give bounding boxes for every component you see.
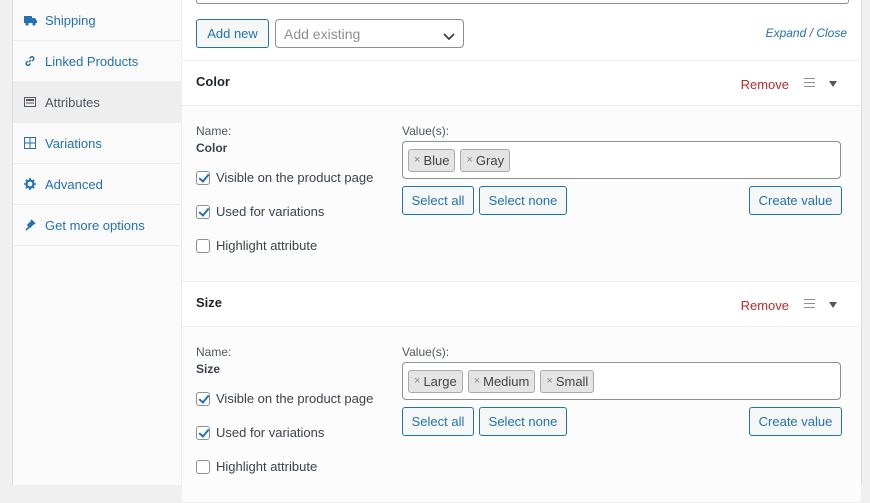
link-icon: [23, 54, 37, 68]
values-label: Value(s):: [402, 124, 450, 138]
values-label: Value(s):: [402, 345, 450, 359]
attributes-panel: Add new Add existing Expand / Close Colo…: [182, 0, 861, 503]
checkbox-label: Used for variations: [216, 425, 325, 440]
sidebar-item-advanced[interactable]: Advanced: [13, 164, 181, 205]
value-tag: × Small: [540, 369, 595, 393]
values-multiselect[interactable]: × Large × Medium × Small: [402, 362, 841, 400]
previous-field-bottom: [196, 0, 849, 4]
product-data-panel: Shipping Linked Products Attributes Vari…: [12, 0, 862, 503]
checkbox-unchecked[interactable]: [196, 459, 210, 474]
attribute-header[interactable]: Color Remove: [182, 61, 861, 106]
checkbox-label: Visible on the product page: [216, 170, 374, 185]
remove-attribute-link[interactable]: Remove: [741, 77, 789, 92]
sidebar-item-label: Get more options: [45, 217, 145, 233]
value-tag-label: Gray: [475, 152, 505, 168]
drag-handle-icon[interactable]: [804, 78, 815, 87]
add-new-button[interactable]: Add new: [196, 19, 269, 48]
attribute-color: Color Remove Name: Color Visible on the …: [182, 61, 861, 282]
value-tag-label: Small: [555, 373, 589, 389]
value-tag-label: Blue: [423, 152, 450, 168]
value-tag: × Gray: [460, 148, 511, 172]
product-data-tabs: Shipping Linked Products Attributes Vari…: [13, 0, 182, 485]
attributes-toolbar: Add new Add existing Expand / Close: [182, 0, 861, 61]
select-none-button[interactable]: Select none: [479, 186, 567, 215]
remove-attribute-link[interactable]: Remove: [741, 298, 789, 313]
highlight-attribute-checkbox[interactable]: Highlight attribute: [196, 459, 317, 474]
values-multiselect[interactable]: × Blue × Gray: [402, 141, 841, 179]
value-tag-label: Medium: [483, 373, 530, 389]
expand-link[interactable]: Expand: [766, 26, 807, 40]
used-for-variations-checkbox[interactable]: Used for variations: [196, 425, 324, 440]
remove-tag-icon[interactable]: ×: [474, 375, 480, 387]
grid-icon: [23, 136, 37, 150]
name-label: Name:: [196, 345, 232, 359]
collapse-toggle-icon[interactable]: [829, 81, 837, 87]
sidebar-item-label: Advanced: [45, 176, 103, 192]
checkbox-label: Used for variations: [216, 204, 325, 219]
list-icon: [23, 95, 37, 109]
gear-icon: [23, 177, 37, 191]
plugin-icon: [23, 218, 37, 232]
visible-on-product-page-checkbox[interactable]: Visible on the product page: [196, 170, 373, 185]
checkbox-checked[interactable]: [196, 170, 210, 185]
highlight-attribute-checkbox[interactable]: Highlight attribute: [196, 238, 317, 253]
value-tag-label: Large: [423, 373, 457, 389]
sidebar-item-label: Variations: [45, 135, 102, 151]
checkbox-label: Highlight attribute: [216, 238, 318, 253]
remove-tag-icon[interactable]: ×: [414, 154, 420, 166]
attribute-title: Size: [196, 295, 223, 310]
value-tag: × Blue: [408, 148, 456, 172]
create-value-button[interactable]: Create value: [749, 407, 842, 436]
remove-tag-icon[interactable]: ×: [414, 375, 420, 387]
select-all-button[interactable]: Select all: [402, 407, 474, 436]
attribute-size: Size Remove Name: Size Visible on the pr…: [182, 282, 861, 503]
checkbox-unchecked[interactable]: [196, 238, 210, 253]
value-tag: × Medium: [467, 369, 536, 393]
add-existing-select[interactable]: Add existing: [275, 19, 464, 48]
sidebar-item-attributes[interactable]: Attributes: [13, 82, 181, 123]
checkbox-checked[interactable]: [196, 425, 210, 440]
chevron-down-icon: [443, 28, 455, 44]
used-for-variations-checkbox[interactable]: Used for variations: [196, 204, 324, 219]
checkbox-checked[interactable]: [196, 204, 210, 219]
name-value: Color: [196, 141, 228, 155]
sidebar-item-variations[interactable]: Variations: [13, 123, 181, 164]
create-value-button[interactable]: Create value: [749, 186, 842, 215]
name-label: Name:: [196, 124, 232, 138]
sidebar-item-label: Attributes: [45, 94, 100, 110]
add-existing-placeholder: Add existing: [284, 25, 361, 42]
truck-icon: [23, 13, 37, 27]
attribute-body: Name: Color Visible on the product page …: [182, 106, 861, 282]
sidebar-item-shipping[interactable]: Shipping: [13, 0, 181, 41]
sidebar-item-get-more-options[interactable]: Get more options: [13, 205, 181, 246]
remove-tag-icon[interactable]: ×: [466, 154, 472, 166]
close-link[interactable]: Close: [816, 26, 847, 40]
checkbox-label: Visible on the product page: [216, 391, 374, 406]
attribute-body: Name: Size Visible on the product page U…: [182, 327, 861, 503]
remove-tag-icon[interactable]: ×: [546, 375, 552, 387]
attribute-title: Color: [196, 74, 230, 89]
name-value: Size: [196, 362, 221, 376]
sidebar-item-label: Shipping: [45, 12, 96, 28]
sidebar-item-label: Linked Products: [45, 53, 139, 69]
attribute-header[interactable]: Size Remove: [182, 282, 861, 327]
visible-on-product-page-checkbox[interactable]: Visible on the product page: [196, 391, 373, 406]
drag-handle-icon[interactable]: [804, 299, 815, 308]
select-none-button[interactable]: Select none: [479, 407, 567, 436]
checkbox-label: Highlight attribute: [216, 459, 318, 474]
select-all-button[interactable]: Select all: [402, 186, 474, 215]
collapse-toggle-icon[interactable]: [829, 302, 837, 308]
value-tag: × Large: [408, 369, 463, 393]
expand-close-separator: /: [809, 26, 813, 40]
checkbox-checked[interactable]: [196, 391, 210, 406]
sidebar-item-linked-products[interactable]: Linked Products: [13, 41, 181, 82]
expand-close-links: Expand / Close: [766, 26, 847, 40]
